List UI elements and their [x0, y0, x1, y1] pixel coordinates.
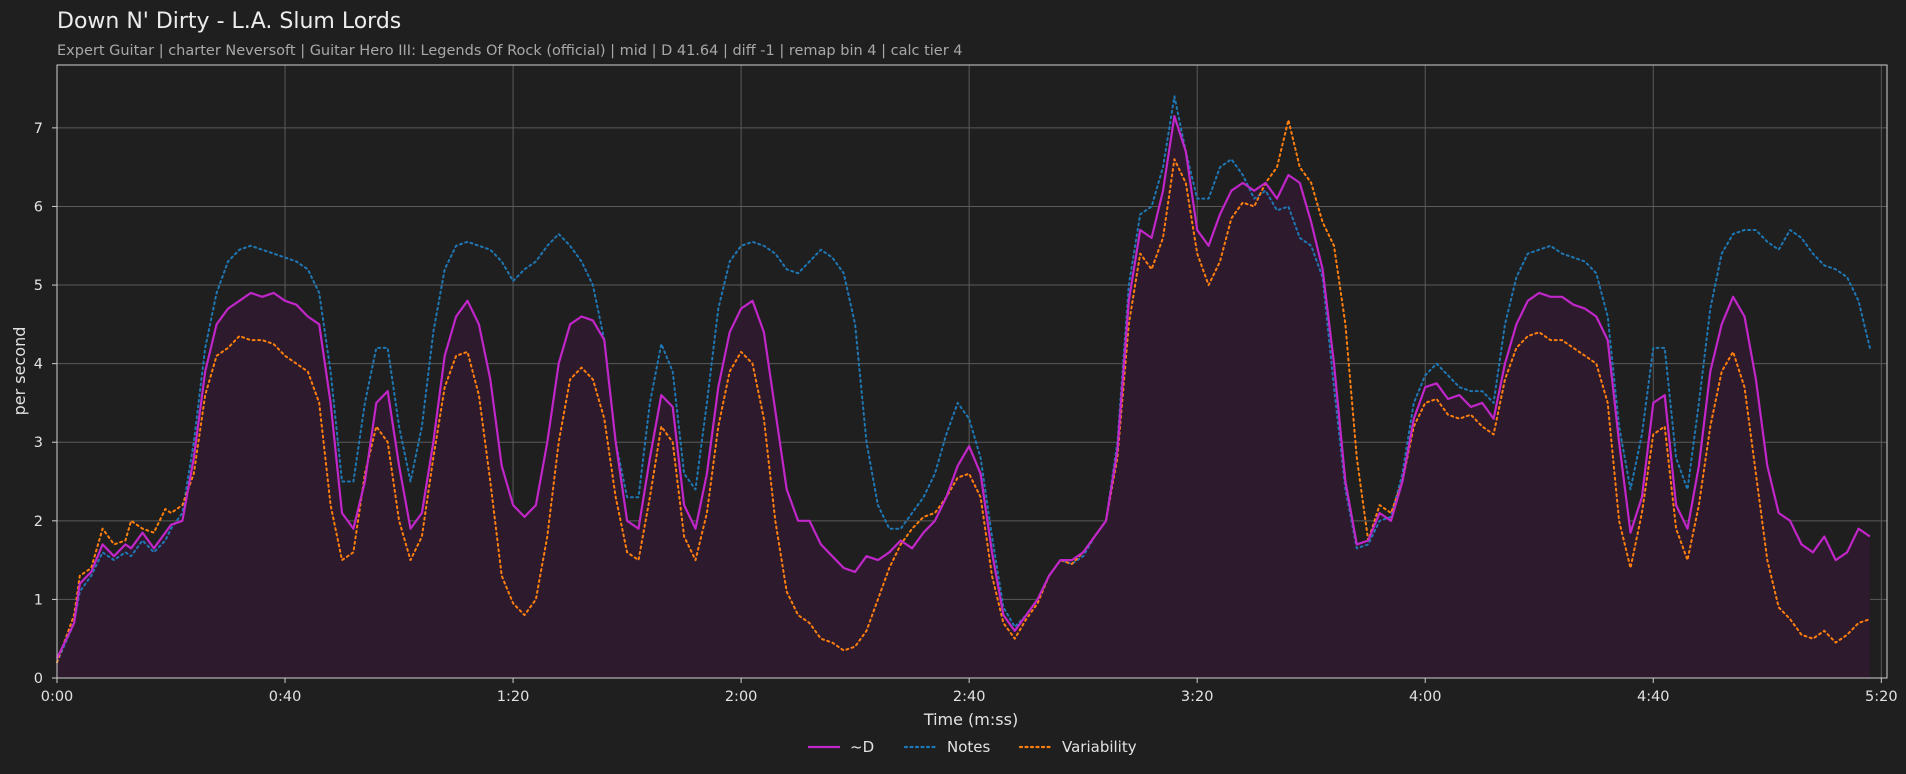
x-tick-label: 2:40: [953, 689, 986, 705]
y-tick-label: 7: [34, 121, 43, 137]
x-tick-label: 0:40: [269, 689, 302, 705]
x-tick-label: 4:40: [1637, 689, 1670, 705]
x-tick-label: 0:00: [41, 689, 74, 705]
x-axis-label: Time (m:ss): [923, 710, 1018, 729]
x-tick-label: 2:00: [725, 689, 758, 705]
y-tick-label: 2: [34, 514, 43, 530]
y-tick-label: 5: [34, 278, 43, 294]
y-tick-label: 6: [34, 199, 43, 215]
chart-subtitle: Expert Guitar | charter Neversoft | Guit…: [57, 43, 963, 59]
x-tick-label: 5:20: [1865, 689, 1898, 705]
x-tick-label: 1:20: [497, 689, 530, 705]
y-axis-label: per second: [10, 327, 29, 416]
x-tick-label: 4:00: [1409, 689, 1442, 705]
x-tick-label: 3:20: [1181, 689, 1214, 705]
y-tick-label: 3: [34, 435, 43, 451]
y-tick-label: 4: [34, 357, 43, 373]
legend-label: ~D: [850, 738, 874, 756]
legend-label: Notes: [947, 738, 991, 756]
chart-title: Down N' Dirty - L.A. Slum Lords: [57, 9, 401, 34]
y-tick-label: 0: [34, 671, 43, 687]
legend-label: Variability: [1062, 738, 1137, 756]
y-tick-label: 1: [34, 592, 43, 608]
chart: Down N' Dirty - L.A. Slum Lords Expert G…: [10, 9, 1898, 756]
legend: ~D Notes Variability: [808, 738, 1137, 756]
